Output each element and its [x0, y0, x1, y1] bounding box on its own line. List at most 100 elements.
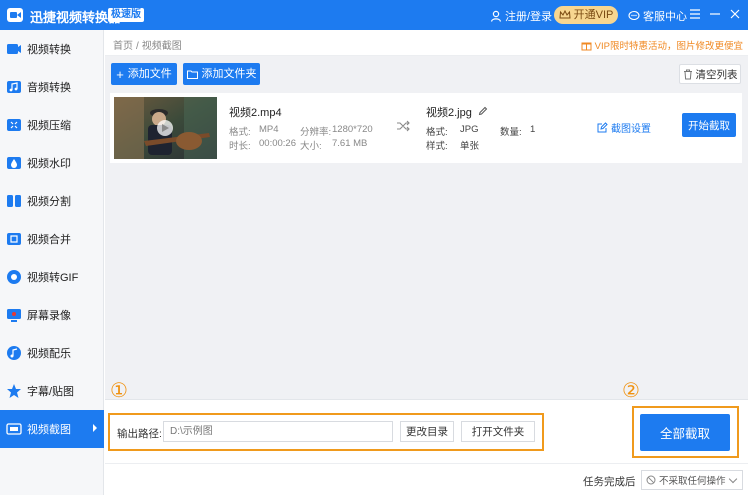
shuffle-icon [397, 120, 410, 132]
subtitle-star-icon [7, 384, 21, 398]
user-icon [490, 10, 502, 22]
screen-record-icon [7, 309, 21, 322]
sidebar-item-video-music[interactable]: 视频配乐 [0, 334, 104, 372]
sidebar-item-label: 视频分割 [27, 196, 71, 208]
sidebar-item-label: 视频配乐 [27, 348, 71, 360]
thumbnail-image [114, 97, 217, 159]
promo-text: VIP限时特惠活动，图片修改更便宜 [594, 41, 743, 52]
after-task-value: 不采取任何操作 [659, 476, 726, 487]
capture-all-button[interactable]: 全部截取 [640, 414, 730, 451]
chat-icon [628, 10, 640, 21]
close-icon[interactable] [728, 7, 742, 21]
sidebar-item-video-split[interactable]: 视频分割 [0, 182, 104, 220]
add-folder-label: 添加文件夹 [201, 68, 257, 80]
service-center-link[interactable]: 客服中心 [628, 8, 687, 24]
out-format-label: 格式: [426, 127, 448, 138]
capture-all-highlight: 全部截取 [632, 406, 739, 458]
resolution-label: 分辨率: [300, 127, 332, 138]
breadcrumb-separator: / [136, 41, 139, 52]
duration-value: 00:00:26 [259, 138, 296, 149]
sidebar-item-label: 视频转换 [27, 44, 71, 56]
video-merge-icon [7, 233, 21, 245]
sidebar-item-subtitle-sticker[interactable]: 字幕/贴图 [0, 372, 104, 410]
title-bar: 迅捷视频转换器 极速版 注册/登录 开通VIP 客服中心 [0, 0, 748, 30]
open-vip-button[interactable]: 开通VIP [554, 6, 618, 24]
pencil-icon[interactable] [478, 106, 488, 116]
screenshot-settings-link[interactable]: 截图设置 [597, 120, 651, 135]
output-path-highlight: 输出路径: D:\示例图 更改目录 打开文件夹 [108, 413, 544, 451]
clear-list-button[interactable]: 清空列表 [679, 64, 741, 84]
video-thumbnail[interactable] [114, 97, 217, 159]
sidebar-item-label: 视频合并 [27, 234, 71, 246]
sidebar-item-video-screenshot[interactable]: 视频截图 [0, 410, 104, 448]
breadcrumb: 首页 / 视频截图 [113, 37, 182, 52]
minimize-icon[interactable] [708, 7, 722, 21]
after-task-select[interactable]: 不采取任何操作 [641, 470, 743, 490]
chevron-down-icon [728, 474, 738, 484]
main-panel: + 添加文件 添加文件夹 清空列表 视频2.mp4 格式: MP4 分辨率: 1… [105, 56, 748, 399]
sidebar-item-video-watermark[interactable]: 视频水印 [0, 144, 104, 182]
duration-label: 时长: [229, 141, 251, 152]
audio-convert-icon [7, 81, 21, 93]
open-folder-button[interactable]: 打开文件夹 [461, 421, 535, 442]
style-value: 单张 [460, 141, 480, 152]
marker-one: ① [110, 378, 128, 402]
vip-label: 开通VIP [573, 9, 614, 21]
breadcrumb-current: 视频截图 [141, 41, 182, 52]
video-watermark-icon [7, 157, 21, 169]
login-label: 注册/登录 [505, 11, 553, 23]
edit-icon [597, 122, 608, 133]
sidebar-item-screen-record[interactable]: 屏幕录像 [0, 296, 104, 334]
sidebar-item-label: 视频转GIF [27, 272, 79, 284]
sidebar-item-label: 视频截图 [27, 424, 71, 436]
count-value: 1 [530, 124, 536, 135]
size-value: 7.61 MB [332, 138, 368, 149]
style-label: 样式: [426, 141, 448, 152]
screenshot-icon [6, 423, 22, 435]
gift-icon [581, 42, 592, 50]
start-capture-button[interactable]: 开始截取 [682, 113, 736, 137]
sidebar-item-video-merge[interactable]: 视频合并 [0, 220, 104, 258]
trash-icon [683, 69, 692, 79]
out-format-value: JPG [460, 124, 479, 135]
video-convert-icon [7, 44, 21, 54]
clear-list-label: 清空列表 [695, 68, 738, 81]
sidebar-item-audio-convert[interactable]: 音频转换 [0, 68, 104, 106]
crown-icon [559, 10, 571, 19]
format-label: 格式: [229, 127, 251, 138]
after-task-label: 任务完成后 [583, 476, 636, 488]
screenshot-settings-label: 截图设置 [611, 124, 651, 135]
sidebar-item-label: 字幕/贴图 [27, 386, 75, 398]
sidebar-item-label: 音频转换 [27, 82, 71, 94]
folder-icon [186, 70, 198, 79]
sidebar-item-video-convert[interactable]: 视频转换 [0, 30, 104, 68]
breadcrumb-home[interactable]: 首页 [113, 41, 133, 52]
promo-link[interactable]: VIP限时特惠活动，图片修改更便宜 [581, 38, 743, 52]
marker-two: ② [622, 378, 640, 402]
change-directory-button[interactable]: 更改目录 [400, 421, 454, 442]
app-logo-icon [7, 8, 23, 22]
resolution-value: 1280*720 [332, 124, 373, 135]
gif-icon [7, 270, 21, 284]
size-label: 大小: [300, 141, 322, 152]
service-label: 客服中心 [643, 11, 687, 23]
login-link[interactable]: 注册/登录 [490, 8, 552, 24]
menu-icon[interactable] [688, 7, 702, 21]
speed-badge: 极速版 [108, 8, 144, 22]
sidebar-item-label: 屏幕录像 [27, 310, 71, 322]
sidebar: 视频转换 音频转换 视频压缩 视频水印 视频分割 视频合并 视频转GIF 屏幕录… [0, 30, 104, 495]
no-action-icon [646, 475, 656, 485]
music-icon [7, 346, 21, 360]
add-folder-button[interactable]: 添加文件夹 [183, 63, 260, 85]
file-row: 视频2.mp4 格式: MP4 分辨率: 1280*720 时长: 00:00:… [110, 93, 742, 163]
status-bar: 任务完成后 不采取任何操作 [105, 463, 748, 495]
source-file-name: 视频2.mp4 [229, 107, 282, 119]
format-value: MP4 [259, 124, 279, 135]
add-file-button[interactable]: + 添加文件 [111, 63, 177, 85]
plus-icon: + [116, 66, 124, 82]
sidebar-item-video-compress[interactable]: 视频压缩 [0, 106, 104, 144]
count-label: 数量: [500, 127, 522, 138]
sidebar-item-video-to-gif[interactable]: 视频转GIF [0, 258, 104, 296]
output-path-input[interactable]: D:\示例图 [163, 421, 393, 442]
output-file-name: 视频2.jpg [426, 107, 472, 119]
